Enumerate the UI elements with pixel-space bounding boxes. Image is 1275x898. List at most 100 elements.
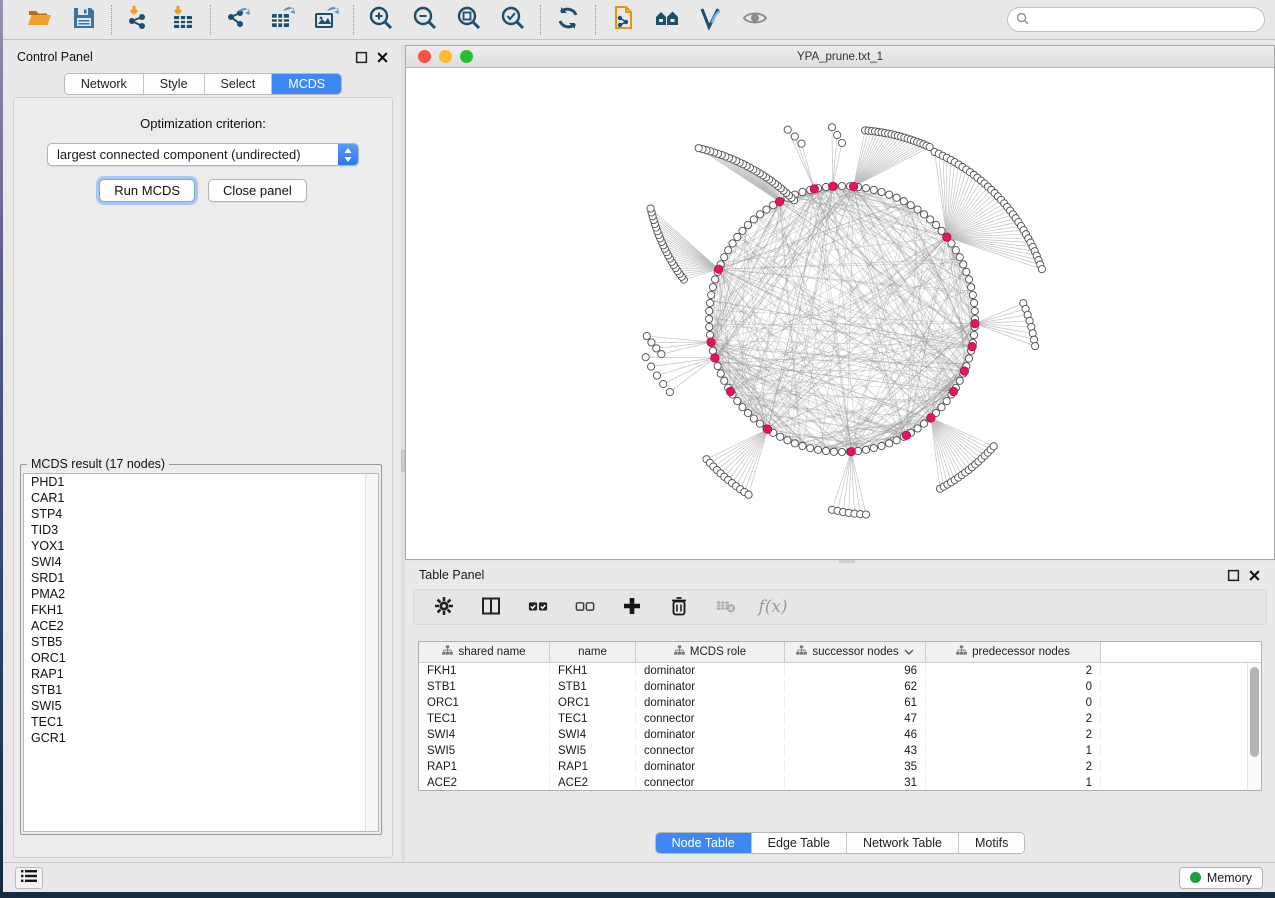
cell-predecessor_nodes[interactable]: 2 bbox=[926, 761, 1101, 773]
network-node[interactable] bbox=[647, 205, 654, 212]
network-node[interactable] bbox=[956, 254, 963, 261]
mcds-result-list[interactable]: PHD1CAR1STP4TID3YOX1SWI4SRD1PMA2FKH1ACE2… bbox=[23, 473, 379, 832]
cell-shared_name[interactable]: STB1 bbox=[419, 681, 550, 693]
network-node[interactable] bbox=[642, 354, 649, 361]
network-node[interactable] bbox=[838, 182, 845, 189]
result-node[interactable]: STB1 bbox=[24, 682, 378, 698]
cell-mcds_role[interactable]: connector bbox=[636, 745, 785, 757]
cell-shared_name[interactable]: RAP1 bbox=[419, 761, 550, 773]
cell-shared_name[interactable]: SWI5 bbox=[419, 745, 550, 757]
network-node[interactable] bbox=[717, 370, 724, 377]
network-node[interactable] bbox=[745, 491, 752, 498]
add-column-button[interactable] bbox=[620, 595, 644, 619]
network-node[interactable] bbox=[709, 284, 716, 291]
network-node[interactable] bbox=[886, 191, 893, 198]
network-node[interactable] bbox=[893, 437, 900, 444]
export-table-button[interactable] bbox=[267, 5, 297, 35]
table-scrollbar[interactable] bbox=[1247, 663, 1261, 790]
network-node[interactable] bbox=[963, 268, 970, 275]
network-node[interactable] bbox=[750, 415, 757, 422]
table-row-FKH1[interactable]: FKH1FKH1dominator962 bbox=[419, 663, 1247, 679]
show-hide-button[interactable] bbox=[740, 5, 770, 35]
cell-predecessor_nodes[interactable]: 1 bbox=[926, 777, 1101, 789]
result-node[interactable]: STB5 bbox=[24, 634, 378, 650]
clear-checkboxes-button[interactable] bbox=[573, 595, 597, 619]
dominator-node[interactable] bbox=[902, 431, 910, 439]
network-node[interactable] bbox=[932, 221, 939, 228]
result-node[interactable]: SRD1 bbox=[24, 570, 378, 586]
tab-edge-table[interactable]: Edge Table bbox=[752, 833, 847, 853]
refresh-button[interactable] bbox=[553, 5, 583, 35]
network-node[interactable] bbox=[705, 315, 712, 322]
cell-successor_nodes[interactable]: 46 bbox=[785, 729, 926, 741]
export-image-button[interactable] bbox=[311, 5, 341, 35]
network-node[interactable] bbox=[784, 126, 791, 133]
column-header-predecessor-nodes[interactable]: predecessor nodes bbox=[926, 642, 1101, 662]
export-network-button[interactable] bbox=[223, 5, 253, 35]
column-view-button[interactable] bbox=[479, 595, 503, 619]
network-node[interactable] bbox=[990, 443, 997, 450]
dominator-node[interactable] bbox=[714, 265, 722, 273]
network-node[interactable] bbox=[777, 433, 784, 440]
network-node[interactable] bbox=[1038, 266, 1045, 273]
network-node[interactable] bbox=[907, 202, 914, 209]
dominator-node[interactable] bbox=[847, 447, 855, 455]
network-node[interactable] bbox=[900, 198, 907, 205]
zoom-out-button[interactable] bbox=[410, 5, 440, 35]
memory-button[interactable]: Memory bbox=[1179, 867, 1263, 889]
result-node[interactable]: TEC1 bbox=[24, 714, 378, 730]
network-node[interactable] bbox=[763, 206, 770, 213]
import-table-button[interactable] bbox=[168, 5, 198, 35]
cell-successor_nodes[interactable]: 35 bbox=[785, 761, 926, 773]
network-node[interactable] bbox=[952, 247, 959, 254]
result-node[interactable]: YOX1 bbox=[24, 538, 378, 554]
cell-name[interactable]: TEC1 bbox=[550, 713, 636, 725]
tab-network[interactable]: Network bbox=[65, 74, 144, 94]
network-node[interactable] bbox=[791, 133, 798, 140]
network-node[interactable] bbox=[750, 216, 757, 223]
network-node[interactable] bbox=[938, 227, 945, 234]
cell-successor_nodes[interactable]: 47 bbox=[785, 713, 926, 725]
tab-style[interactable]: Style bbox=[144, 74, 205, 94]
network-node[interactable] bbox=[744, 409, 751, 416]
network-node[interactable] bbox=[729, 240, 736, 247]
network-node[interactable] bbox=[721, 377, 728, 384]
dominator-node[interactable] bbox=[949, 387, 957, 395]
run-mcds-button[interactable]: Run MCDS bbox=[99, 179, 195, 202]
table-row-ORC1[interactable]: ORC1ORC1dominator610 bbox=[419, 695, 1247, 711]
network-node[interactable] bbox=[943, 397, 950, 404]
network-node[interactable] bbox=[666, 388, 673, 395]
column-header-name[interactable]: name bbox=[550, 642, 636, 662]
close-panel-icon[interactable] bbox=[376, 51, 389, 64]
cell-mcds_role[interactable]: dominator bbox=[636, 681, 785, 693]
network-node[interactable] bbox=[862, 446, 869, 453]
network-node[interactable] bbox=[798, 140, 805, 147]
network-node[interactable] bbox=[695, 145, 702, 152]
tab-network-table[interactable]: Network Table bbox=[847, 833, 959, 853]
network-node[interactable] bbox=[878, 188, 885, 195]
search-input[interactable] bbox=[1034, 13, 1256, 27]
cell-shared_name[interactable]: FKH1 bbox=[419, 665, 550, 677]
cell-mcds_role[interactable]: connector bbox=[636, 713, 785, 725]
network-node[interactable] bbox=[807, 445, 814, 452]
table-row-SWI5[interactable]: SWI5SWI5connector431 bbox=[419, 743, 1247, 759]
result-node[interactable]: CAR1 bbox=[24, 490, 378, 506]
network-node[interactable] bbox=[830, 448, 837, 455]
cell-mcds_role[interactable]: dominator bbox=[636, 697, 785, 709]
column-header-MCDS-role[interactable]: MCDS role bbox=[636, 642, 785, 662]
network-node[interactable] bbox=[739, 404, 746, 411]
cell-successor_nodes[interactable]: 43 bbox=[785, 745, 926, 757]
cell-shared_name[interactable]: ACE2 bbox=[419, 777, 550, 789]
cell-shared_name[interactable]: TEC1 bbox=[419, 713, 550, 725]
criterion-dropdown[interactable]: largest connected component (undirected) bbox=[47, 143, 359, 166]
cell-mcds_role[interactable]: dominator bbox=[636, 761, 785, 773]
network-node[interactable] bbox=[965, 276, 972, 283]
show-panels-button[interactable] bbox=[15, 867, 43, 889]
network-node[interactable] bbox=[756, 420, 763, 427]
float-panel-icon[interactable] bbox=[1227, 569, 1240, 582]
dominator-node[interactable] bbox=[943, 233, 951, 241]
network-node[interactable] bbox=[870, 445, 877, 452]
network-node[interactable] bbox=[739, 227, 746, 234]
dominator-node[interactable] bbox=[927, 414, 935, 422]
network-node[interactable] bbox=[862, 511, 869, 518]
